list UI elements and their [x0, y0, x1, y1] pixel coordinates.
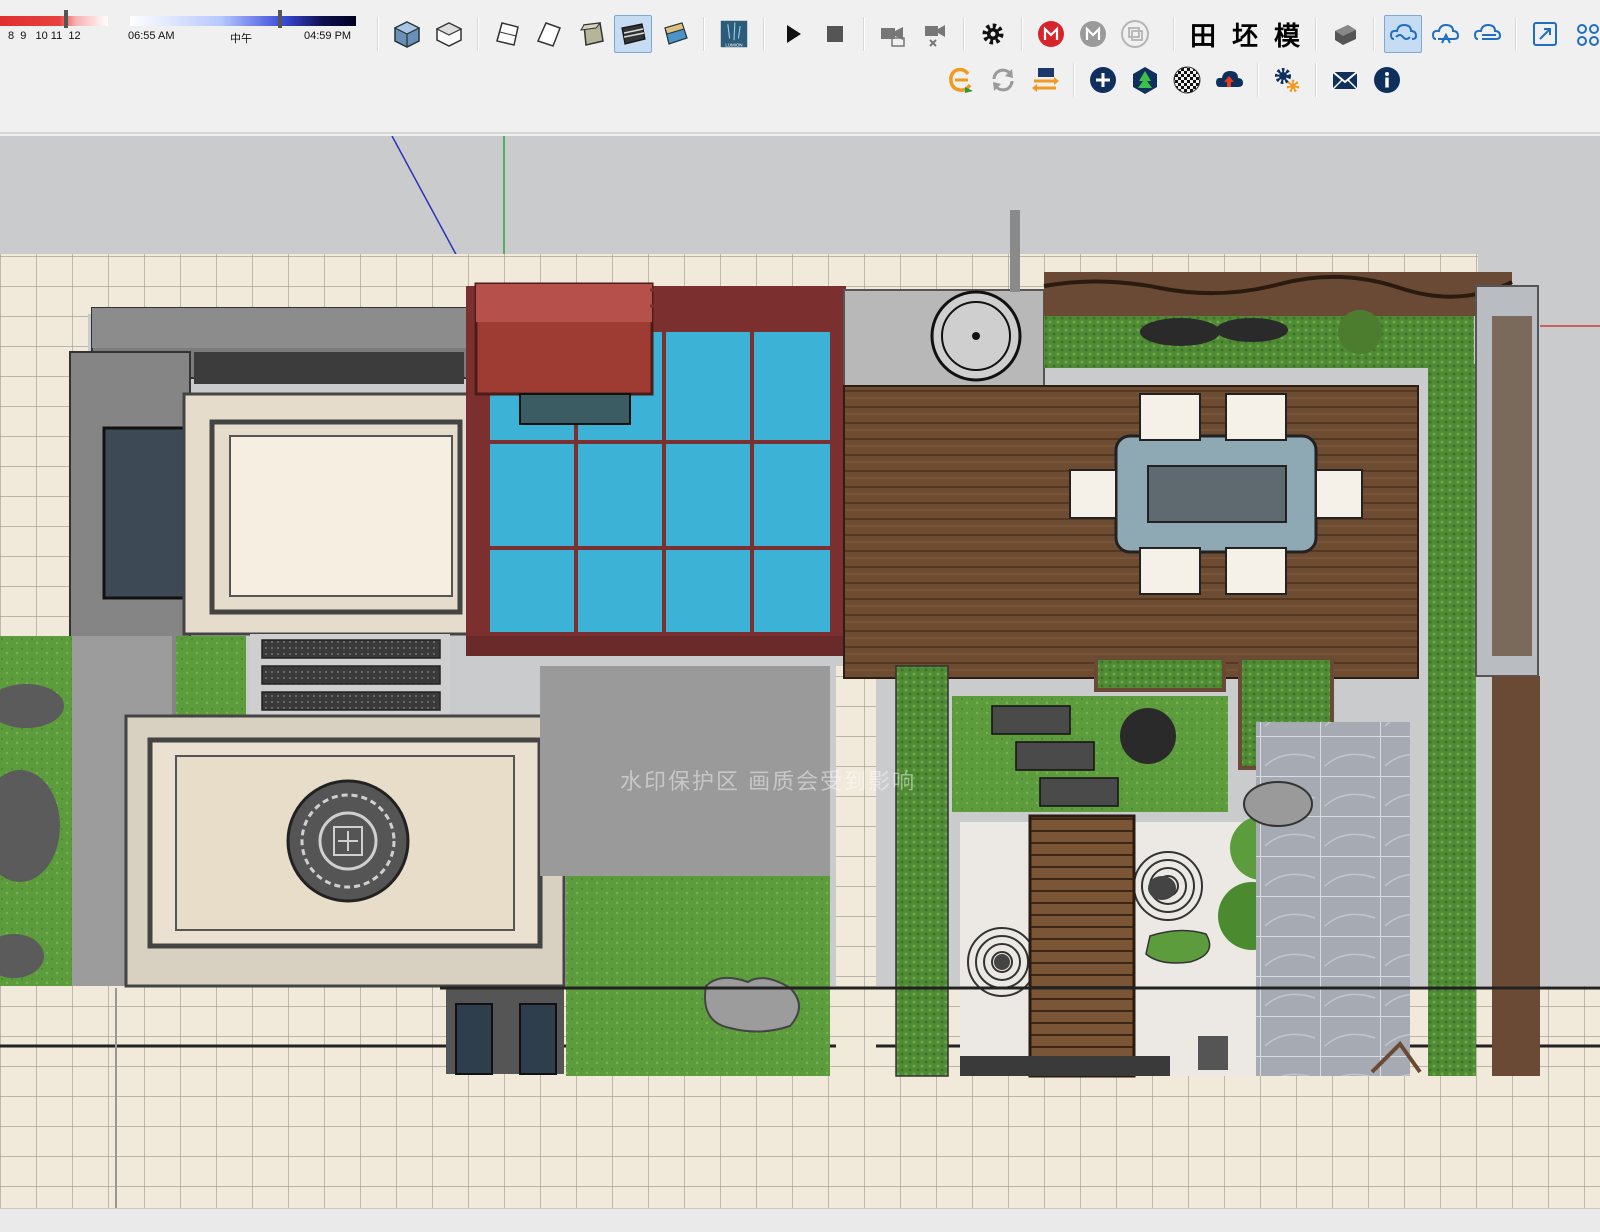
watermark-text: 水印保护区 画质会受到影响 — [620, 769, 917, 794]
cloud-link-icon[interactable] — [1384, 15, 1422, 53]
back-view-icon[interactable] — [572, 15, 610, 53]
shadow-time-noon: 中午 — [230, 33, 252, 45]
toolbar-separator — [1315, 17, 1317, 51]
tool-gray-copy-icon[interactable] — [1116, 15, 1154, 53]
toolbar-row-2 — [942, 58, 1406, 102]
expand-icon[interactable] — [1526, 15, 1564, 53]
tree-icon[interactable] — [1126, 61, 1164, 99]
shadow-time-start: 06:55 AM — [128, 30, 175, 42]
mail-icon[interactable] — [1326, 61, 1364, 99]
shadow-month-thumb[interactable] — [64, 10, 68, 28]
cloud-upload-icon[interactable] — [1468, 15, 1506, 53]
shadow-time-track — [130, 16, 356, 26]
iso-view-icon[interactable] — [388, 15, 426, 53]
settings-gear-icon[interactable] — [974, 15, 1012, 53]
plugin-tian-label: 田 — [1189, 20, 1216, 51]
stop-icon[interactable] — [816, 15, 854, 53]
sketchup-window: 8 9 10 11 12 06:55 AM 中午 04:59 PM LUMION… — [0, 0, 1600, 1232]
toolbar-separator — [1515, 17, 1517, 51]
shadow-month-track — [0, 16, 108, 26]
play-icon[interactable] — [774, 15, 812, 53]
plugin-huan-icon[interactable]: 坯 — [1226, 15, 1264, 53]
info-icon[interactable] — [1368, 61, 1406, 99]
toolbar-separator — [1373, 17, 1375, 51]
enscape-icon[interactable] — [942, 61, 980, 99]
plugin-mo-label: 模 — [1273, 20, 1300, 51]
camera-remove-icon[interactable] — [916, 15, 954, 53]
garden-model-render — [0, 136, 1600, 1232]
shadow-time-end: 04:59 PM — [304, 30, 352, 42]
camera-icon[interactable] — [874, 15, 912, 53]
checker-icon[interactable] — [1168, 61, 1206, 99]
toolbar-separator — [703, 17, 705, 51]
tool-gray-m-icon[interactable] — [1074, 15, 1112, 53]
warehouse-icon[interactable] — [1326, 15, 1364, 53]
lumion-label: LUMION — [725, 42, 742, 47]
network-icon[interactable] — [1568, 15, 1600, 53]
toolbar-area: 8 9 10 11 12 06:55 AM 中午 04:59 PM LUMION… — [0, 0, 1600, 134]
toolbar-separator — [477, 17, 479, 51]
shadow-month-ticks: 8 9 10 11 12 — [8, 30, 81, 42]
toolbar-separator — [1021, 17, 1023, 51]
monochrome-style-icon[interactable] — [614, 15, 652, 53]
add-icon[interactable] — [1084, 61, 1122, 99]
toolbar-separator — [1315, 63, 1317, 97]
front-view-icon[interactable] — [488, 15, 526, 53]
shaded-textured-icon[interactable] — [656, 15, 694, 53]
plugin-mo-icon[interactable]: 模 — [1268, 15, 1306, 53]
toolbar-separator — [377, 17, 379, 51]
toolbar-separator — [863, 17, 865, 51]
plugin-tian-icon[interactable]: 田 — [1184, 15, 1222, 53]
toolbar-row-1b: 田 坯 模 — [1168, 12, 1600, 56]
shadow-time-thumb[interactable] — [278, 10, 282, 28]
cloud-sync-icon[interactable] — [1426, 15, 1464, 53]
toolbar-separator — [1073, 63, 1075, 97]
lumion-icon[interactable]: LUMION — [714, 15, 754, 53]
shadow-time-slider[interactable]: 06:55 AM 中午 04:59 PM — [124, 2, 360, 45]
refresh-icon[interactable] — [984, 61, 1022, 99]
model-viewport[interactable]: 水印保护区 画质会受到影响 — [0, 136, 1600, 1232]
toolbar-separator — [1257, 63, 1259, 97]
toolbar-separator — [1173, 17, 1175, 51]
toolbar-separator — [963, 17, 965, 51]
top-view-icon[interactable] — [430, 15, 468, 53]
cloud-upload-dark-icon[interactable] — [1210, 61, 1248, 99]
right-view-icon[interactable] — [530, 15, 568, 53]
shadow-month-slider[interactable]: 8 9 10 11 12 — [0, 2, 112, 42]
status-bar — [0, 1208, 1600, 1232]
toolbar-row-1: LUMION — [372, 12, 1154, 56]
tool-red-m-icon[interactable] — [1032, 15, 1070, 53]
gears-icon[interactable] — [1268, 61, 1306, 99]
transfer-icon[interactable] — [1026, 61, 1064, 99]
toolbar-separator — [763, 17, 765, 51]
plugin-huan-label: 坯 — [1231, 20, 1258, 51]
